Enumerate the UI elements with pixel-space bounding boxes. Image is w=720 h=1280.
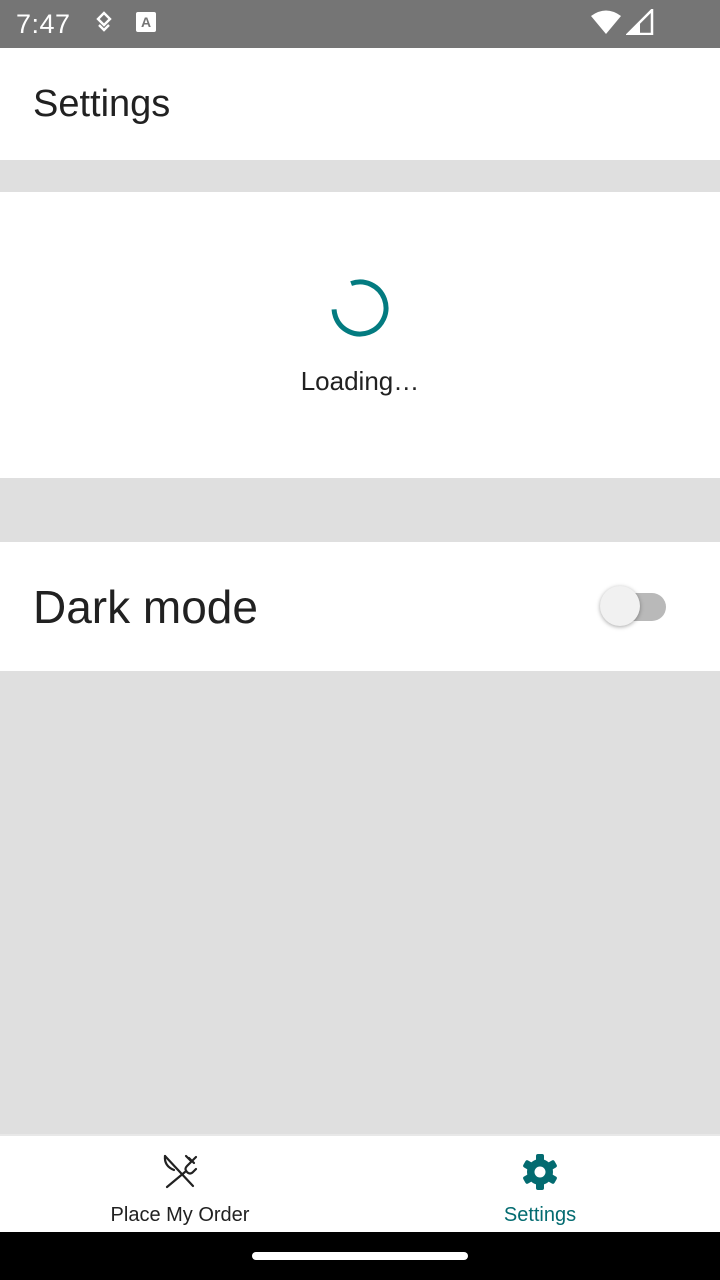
data-saver-icon xyxy=(95,10,113,38)
cell-signal-icon xyxy=(624,6,654,40)
page-header: Settings xyxy=(0,48,720,160)
system-nav-bar xyxy=(0,1232,720,1280)
gear-icon xyxy=(520,1152,560,1192)
status-time: 7:47 xyxy=(16,8,71,39)
nav-label-place-my-order: Place My Order xyxy=(110,1204,250,1226)
svg-text:A: A xyxy=(141,14,151,30)
wifi-icon xyxy=(590,9,622,40)
text-accessibility-icon: A xyxy=(135,11,157,38)
toggle-thumb xyxy=(600,586,640,626)
status-icons-right xyxy=(590,6,654,40)
fork-knife-icon xyxy=(160,1152,200,1192)
nav-item-settings[interactable]: Settings xyxy=(360,1136,720,1232)
status-icons-left: A xyxy=(95,10,157,38)
page-title: Settings xyxy=(33,82,171,125)
loading-text: Loading… xyxy=(300,366,420,396)
bottom-nav: Place My Order Settings xyxy=(0,1134,720,1232)
status-bar: 7:47 A xyxy=(0,0,720,48)
dark-mode-toggle[interactable] xyxy=(600,586,668,628)
nav-label-settings: Settings xyxy=(503,1204,577,1226)
loading-spinner xyxy=(330,277,390,344)
dark-mode-label: Dark mode xyxy=(33,580,258,633)
nav-item-place-my-order[interactable]: Place My Order xyxy=(0,1136,360,1232)
home-gesture-handle[interactable] xyxy=(252,1252,468,1260)
